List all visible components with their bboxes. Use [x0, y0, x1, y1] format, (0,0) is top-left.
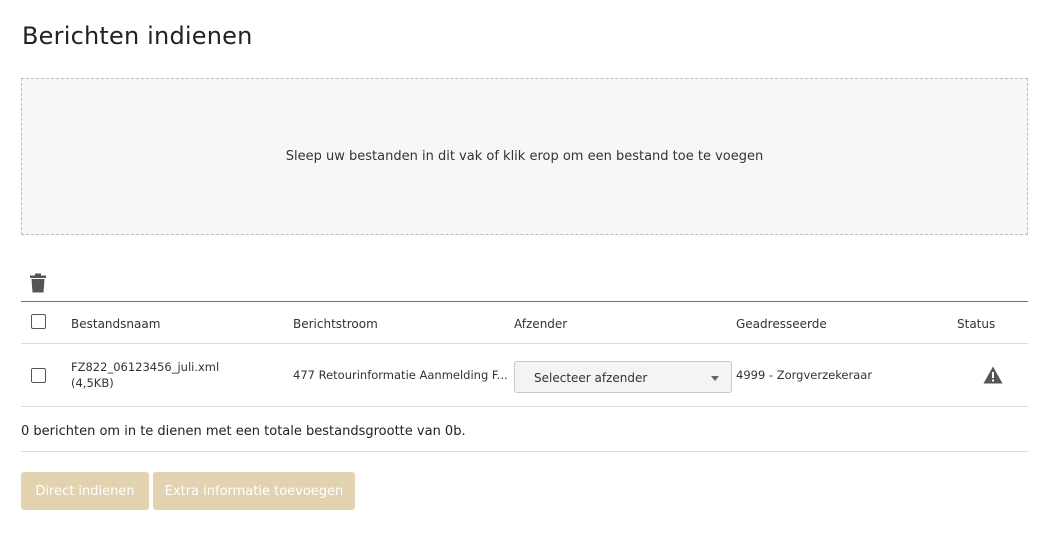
column-header-status: Status — [957, 317, 996, 331]
dropzone-text: Sleep uw bestanden in dit vak of klik er… — [285, 149, 764, 164]
page-title: Berichten indienen — [22, 22, 253, 50]
filename: FZ822_06123456_juli.xml — [71, 360, 220, 374]
column-header-geadresseerde: Geadresseerde — [736, 317, 827, 331]
column-header-afzender: Afzender — [514, 317, 568, 331]
select-all-checkbox[interactable] — [31, 314, 46, 329]
filename-cell: FZ822_06123456_juli.xml (4,5KB) — [71, 359, 219, 391]
summary-text: 0 berichten om in te dienen met een tota… — [21, 424, 466, 439]
direct-indienen-button[interactable]: Direct indienen — [21, 472, 149, 510]
chevron-down-icon — [711, 376, 719, 381]
file-dropzone[interactable]: Sleep uw bestanden in dit vak of klik er… — [21, 78, 1028, 235]
messages-table: Bestandsnaam Berichtstroom Afzender Gead… — [21, 301, 1028, 407]
row-checkbox[interactable] — [31, 368, 46, 383]
afzender-select-value: Selecteer afzender — [534, 371, 648, 385]
trash-icon[interactable] — [29, 273, 47, 293]
extra-informatie-button[interactable]: Extra informatie toevoegen — [153, 472, 355, 510]
table-row: FZ822_06123456_juli.xml (4,5KB) 477 Reto… — [21, 344, 1028, 407]
filesize: (4,5KB) — [71, 376, 114, 390]
column-header-bestandsnaam: Bestandsnaam — [71, 317, 161, 331]
column-header-berichtstroom: Berichtstroom — [293, 317, 378, 331]
table-header: Bestandsnaam Berichtstroom Afzender Gead… — [21, 301, 1028, 344]
warning-icon — [983, 366, 1003, 384]
berichtstroom-cell: 477 Retourinformatie Aanmelding F... — [293, 368, 508, 382]
geadresseerde-cell: 4999 - Zorgverzekeraar — [736, 368, 873, 382]
divider — [21, 451, 1028, 452]
afzender-select[interactable]: Selecteer afzender — [514, 361, 732, 393]
